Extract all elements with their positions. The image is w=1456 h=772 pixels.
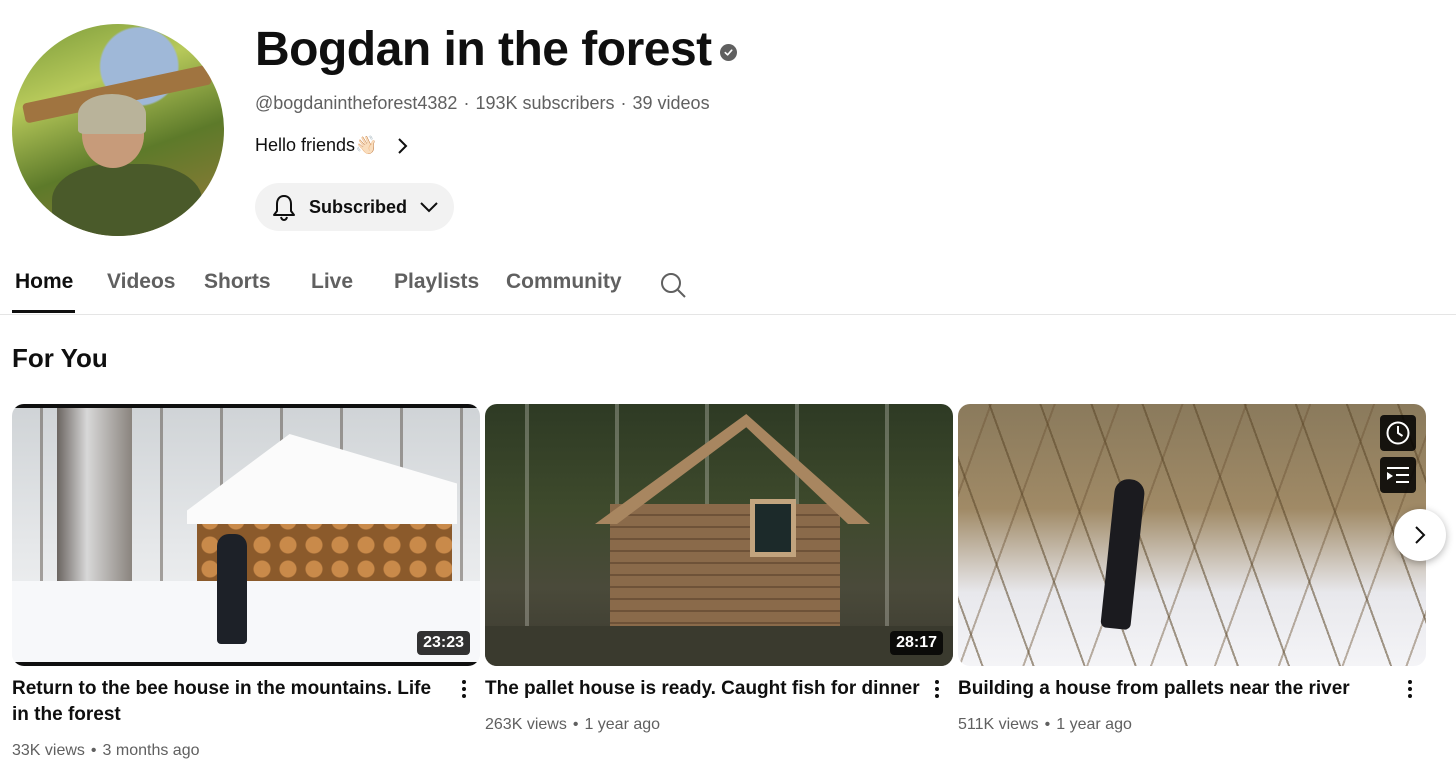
- video-title[interactable]: The pallet house is ready. Caught fish f…: [485, 676, 925, 702]
- video-title[interactable]: Return to the bee house in the mountains…: [12, 676, 452, 728]
- bell-icon: [273, 195, 295, 221]
- channel-description-link[interactable]: Hello friends👋🏻: [255, 135, 409, 156]
- carousel-next-button[interactable]: [1394, 509, 1446, 561]
- channel-meta: @bogdanintheforest4382 · 193K subscribers ·…: [255, 93, 710, 114]
- video-views: 263K views: [485, 716, 567, 733]
- video-views: 33K views: [12, 742, 85, 759]
- video-count: 39 videos: [632, 93, 710, 113]
- channel-avatar[interactable]: [12, 24, 224, 236]
- thumbnail-branches: [958, 404, 1426, 666]
- video-meta: 33K views • 3 months ago: [12, 742, 199, 760]
- verified-check-icon: [719, 44, 737, 61]
- video-duration: 28:17: [890, 631, 943, 655]
- thumbnail-border-bottom: [12, 662, 480, 666]
- video-card[interactable]: 28:17 The pallet house is ready. Caught …: [485, 404, 953, 733]
- tab-home[interactable]: Home: [15, 270, 73, 294]
- channel-name-text: Bogdan in the forest: [255, 23, 712, 76]
- subscriber-count: 193K subscribers: [475, 93, 615, 113]
- video-thumbnail[interactable]: 28:17: [485, 404, 953, 666]
- meta-separator: ·: [620, 93, 627, 113]
- tab-shorts[interactable]: Shorts: [204, 270, 271, 294]
- subscribed-button[interactable]: Subscribed: [255, 183, 454, 231]
- video-age: 1 year ago: [1056, 716, 1132, 733]
- more-options-icon[interactable]: [454, 676, 474, 702]
- more-options-icon[interactable]: [927, 676, 947, 702]
- queue-icon: [1387, 467, 1409, 483]
- thumbnail-window: [750, 499, 796, 557]
- active-tab-indicator: [12, 310, 75, 313]
- video-thumbnail[interactable]: [958, 404, 1426, 666]
- video-meta: 263K views • 1 year ago: [485, 716, 660, 734]
- add-to-queue-button[interactable]: [1380, 457, 1416, 493]
- channel-handle: @bogdanintheforest4382: [255, 93, 458, 113]
- tab-playlists[interactable]: Playlists: [394, 270, 479, 294]
- subscribed-label: Subscribed: [309, 196, 408, 217]
- search-icon[interactable]: [659, 271, 687, 299]
- video-meta: 511K views • 1 year ago: [958, 716, 1132, 734]
- avatar-body-shape: [52, 164, 202, 236]
- section-title: For You: [12, 343, 108, 373]
- tab-community[interactable]: Community: [506, 270, 622, 294]
- meta-separator: •: [1044, 716, 1051, 733]
- chevron-down-icon: [420, 202, 438, 213]
- video-title[interactable]: Building a house from pallets near the r…: [958, 676, 1398, 702]
- more-options-icon[interactable]: [1400, 676, 1420, 702]
- video-age: 3 months ago: [102, 742, 200, 759]
- meta-separator: •: [90, 742, 97, 759]
- channel-name: Bogdan in the forest: [255, 22, 737, 77]
- video-card[interactable]: 23:23 Return to the bee house in the mou…: [12, 404, 480, 759]
- chevron-right-icon: [1415, 526, 1426, 544]
- meta-separator: •: [572, 716, 579, 733]
- channel-description: Hello friends👋🏻: [255, 135, 378, 155]
- chevron-right-icon: [398, 137, 408, 154]
- watch-later-button[interactable]: [1380, 415, 1416, 451]
- video-views: 511K views: [958, 716, 1039, 733]
- video-duration: 23:23: [417, 631, 470, 655]
- avatar-cap-shape: [78, 94, 146, 134]
- thumbnail-ground: [485, 626, 953, 666]
- tab-videos[interactable]: Videos: [107, 270, 175, 294]
- video-thumbnail[interactable]: 23:23: [12, 404, 480, 666]
- clock-icon: [1386, 421, 1410, 445]
- meta-separator: ·: [463, 93, 470, 113]
- video-card[interactable]: Building a house from pallets near the r…: [958, 404, 1426, 733]
- thumbnail-border-top: [12, 404, 480, 408]
- video-age: 1 year ago: [584, 716, 661, 733]
- channel-tabs: Home Videos Shorts Live Playlists Commun…: [0, 262, 1456, 315]
- thumbnail-person: [217, 534, 247, 644]
- tab-live[interactable]: Live: [311, 270, 353, 294]
